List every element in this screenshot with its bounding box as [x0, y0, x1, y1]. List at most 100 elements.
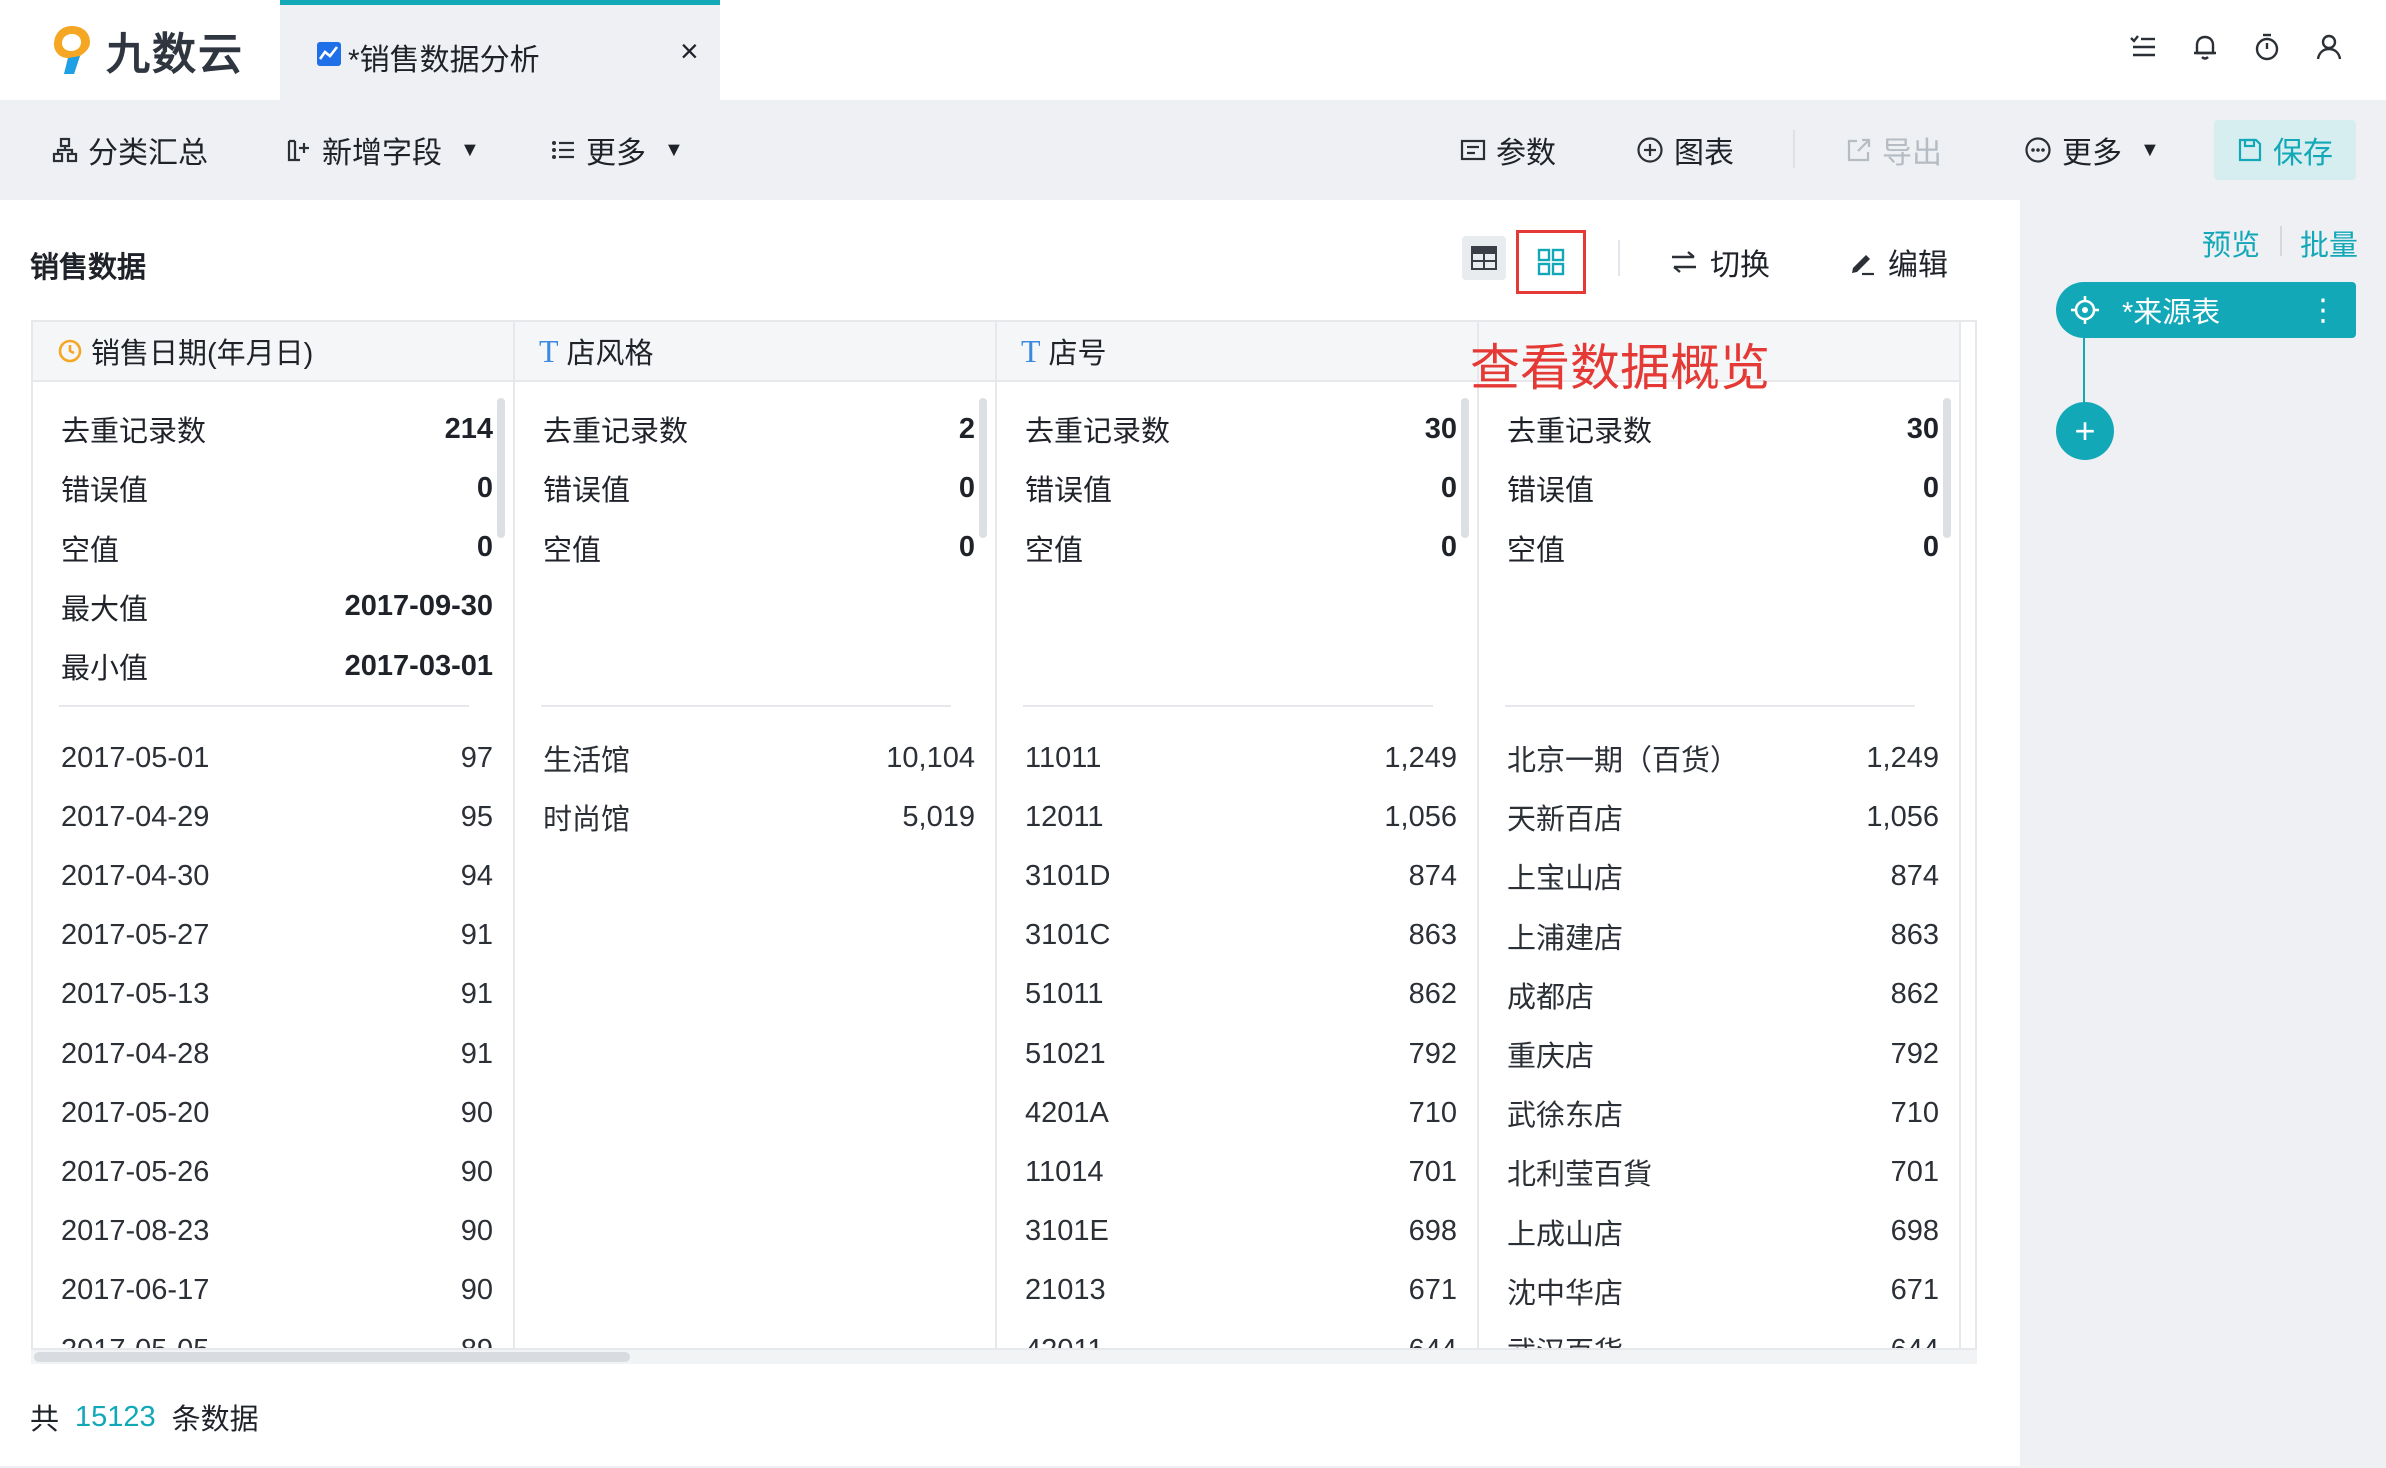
- column-scrollbar[interactable]: [1461, 398, 1469, 538]
- value-frequency-row[interactable]: 42011 644: [1025, 1327, 1457, 1349]
- horizontal-scrollbar-thumb[interactable]: [34, 1352, 630, 1362]
- value-frequency-row[interactable]: 51021 792: [1025, 1031, 1457, 1077]
- value-frequency-row[interactable]: 51011 862: [1025, 972, 1457, 1018]
- value-frequency-row[interactable]: 21013 671: [1025, 1268, 1457, 1314]
- chart-button[interactable]: 图表: [1636, 130, 1734, 170]
- more-left-button[interactable]: 更多 ▼: [550, 130, 684, 170]
- stat-value: 0: [1440, 471, 1457, 504]
- value-frequency-row[interactable]: 天新百店 1,056: [1507, 794, 1939, 840]
- value-frequency-row[interactable]: 11014 701: [1025, 1149, 1457, 1195]
- edit-button[interactable]: 编辑: [1848, 240, 1948, 284]
- stat-value: 2: [958, 412, 975, 445]
- column-sales-date[interactable]: 销售日期(年月日) 去重记录数 214 错误值 0 空值 0 最大值 2017-09-30 最小值…: [33, 322, 515, 1350]
- column-header[interactable]: 销售日期(年月日): [33, 322, 513, 382]
- list-check-icon[interactable]: [2128, 32, 2158, 62]
- switch-button[interactable]: 切换: [1670, 240, 1770, 284]
- group-summary-button[interactable]: 分类汇总: [52, 130, 208, 170]
- column-header[interactable]: T 店风格: [515, 322, 995, 382]
- value-frequency-row[interactable]: 3101C 863: [1025, 913, 1457, 959]
- value-frequency-row[interactable]: 3101E 698: [1025, 1209, 1457, 1255]
- value-label: 2017-05-26: [61, 1155, 210, 1188]
- column-scrollbar[interactable]: [979, 398, 987, 538]
- value-frequency-row[interactable]: 2017-04-29 95: [61, 794, 493, 840]
- value-count: 701: [1408, 1155, 1457, 1188]
- value-label: 北利莹百貨: [1507, 1159, 1653, 1192]
- value-frequency-row[interactable]: 上浦建店 863: [1507, 913, 1939, 959]
- source-table-node[interactable]: *来源表 ⋮: [2056, 282, 2356, 338]
- value-frequency-row[interactable]: 11011 1,249: [1025, 735, 1457, 781]
- column-store-name[interactable]: 去重记录数 30 错误值 0 空值 0 北京一期（百货） 1,249 天新百店 1,056 上宝山店…: [1479, 322, 1961, 1350]
- stat-row: 错误值 0: [543, 465, 975, 511]
- export-button[interactable]: 导出: [1846, 130, 1942, 170]
- value-label: 上宝山店: [1507, 863, 1624, 896]
- value-frequency-row[interactable]: 3101D 874: [1025, 853, 1457, 899]
- value-frequency-row[interactable]: 12011 1,056: [1025, 794, 1457, 840]
- stat-value: 30: [1424, 412, 1457, 445]
- value-frequency-row[interactable]: 沈中华店 671: [1507, 1268, 1939, 1314]
- value-label: 2017-04-28: [61, 1037, 210, 1070]
- caret-down-icon: ▼: [460, 138, 480, 161]
- more-right-button[interactable]: 更多 ▼: [2024, 130, 2160, 170]
- value-count: 644: [1890, 1333, 1939, 1350]
- value-frequency-row[interactable]: 武徐东店 710: [1507, 1090, 1939, 1136]
- bell-icon[interactable]: [2190, 32, 2220, 62]
- value-frequency-row[interactable]: 武汉百货 644: [1507, 1327, 1939, 1350]
- timer-icon[interactable]: [2252, 32, 2282, 62]
- value-label: 11011: [1025, 741, 1102, 774]
- value-frequency-row[interactable]: 重庆店 792: [1507, 1031, 1939, 1077]
- value-label: 武徐东店: [1507, 1100, 1624, 1133]
- app-logo[interactable]: 九数云: [50, 18, 244, 82]
- value-count: 874: [1890, 859, 1939, 892]
- view-divider: [1618, 240, 1620, 276]
- value-frequency-row[interactable]: 成都店 862: [1507, 972, 1939, 1018]
- value-count: 95: [460, 800, 493, 833]
- add-field-button[interactable]: 新增字段 ▼: [286, 130, 480, 170]
- value-frequency-row[interactable]: 4201A 710: [1025, 1090, 1457, 1136]
- overview-view-button[interactable]: [1516, 230, 1586, 294]
- value-frequency-row[interactable]: 2017-05-13 91: [61, 972, 493, 1018]
- caret-down-icon: ▼: [664, 138, 684, 161]
- list-icon: [552, 141, 574, 159]
- user-icon[interactable]: [2314, 32, 2344, 62]
- value-frequency-row[interactable]: 2017-05-20 90: [61, 1090, 493, 1136]
- value-frequency-row[interactable]: 北利莹百貨 701: [1507, 1149, 1939, 1195]
- add-node-button[interactable]: +: [2056, 402, 2114, 460]
- top-bar: 九数云 *销售数据分析 ×: [0, 0, 2386, 100]
- value-frequency-row[interactable]: 上成山店 698: [1507, 1209, 1939, 1255]
- value-frequency-row[interactable]: 2017-05-27 91: [61, 913, 493, 959]
- tab-close-button[interactable]: ×: [680, 33, 699, 70]
- params-button[interactable]: 参数: [1460, 130, 1556, 170]
- node-more-icon[interactable]: ⋮: [2308, 293, 2338, 328]
- value-frequency-row[interactable]: 2017-05-26 90: [61, 1149, 493, 1195]
- value-frequency-row[interactable]: 2017-05-01 97: [61, 735, 493, 781]
- value-count: 89: [460, 1333, 493, 1350]
- value-frequency-row[interactable]: 2017-05-05 89: [61, 1327, 493, 1350]
- text-type-icon: T: [539, 332, 559, 369]
- column-store-number[interactable]: T 店号 去重记录数 30 错误值 0 空值 0 11011 1,249 12011 1,056 310…: [997, 322, 1479, 1349]
- value-frequency-row[interactable]: 2017-04-28 91: [61, 1031, 493, 1077]
- section-divider: [1505, 705, 1915, 707]
- value-frequency-row[interactable]: 2017-08-23 90: [61, 1209, 493, 1255]
- value-label: 成都店: [1507, 981, 1595, 1014]
- tab-sales-analysis[interactable]: *销售数据分析 ×: [280, 0, 720, 100]
- table-view-button[interactable]: [1462, 236, 1506, 280]
- column-header[interactable]: T 店号: [997, 322, 1477, 382]
- column-store-style[interactable]: T 店风格 去重记录数 2 错误值 0 空值 0 生活馆 10,104 时尚馆 5,019: [515, 322, 997, 1348]
- stat-value: 2017-03-01: [344, 649, 493, 682]
- preview-link[interactable]: 预览: [2202, 222, 2260, 264]
- value-frequency-row[interactable]: 上宝山店 874: [1507, 853, 1939, 899]
- save-button[interactable]: 保存: [2214, 120, 2356, 180]
- batch-link[interactable]: 批量: [2300, 222, 2358, 264]
- value-frequency-row[interactable]: 2017-04-30 94: [61, 853, 493, 899]
- value-frequency-row[interactable]: 时尚馆 5,019: [543, 794, 975, 840]
- column-scrollbar[interactable]: [497, 398, 505, 538]
- clock-icon: [58, 339, 82, 363]
- value-frequency-row[interactable]: 生活馆 10,104: [543, 735, 975, 781]
- value-label: 2017-05-20: [61, 1096, 210, 1129]
- value-count: 792: [1890, 1037, 1939, 1070]
- value-label: 11014: [1025, 1155, 1104, 1188]
- value-frequency-row[interactable]: 北京一期（百货） 1,249: [1507, 735, 1939, 781]
- column-scrollbar[interactable]: [1943, 398, 1951, 538]
- value-frequency-row[interactable]: 2017-06-17 90: [61, 1268, 493, 1314]
- value-count: 698: [1890, 1215, 1939, 1248]
